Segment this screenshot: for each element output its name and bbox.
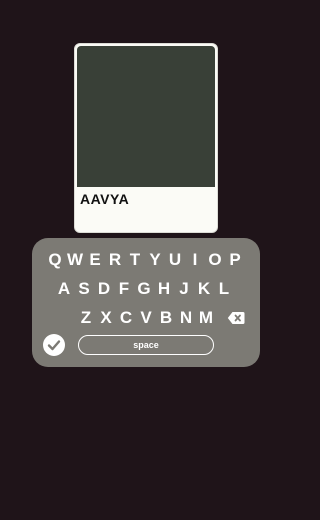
card-name-label: AAVYA bbox=[80, 191, 130, 207]
key-v[interactable]: V bbox=[136, 307, 156, 329]
key-b[interactable]: B bbox=[156, 307, 176, 329]
key-d[interactable]: D bbox=[94, 278, 114, 300]
key-t[interactable]: T bbox=[125, 249, 145, 271]
space-button[interactable]: space bbox=[78, 335, 214, 355]
keyboard-row-1: QWERTYUIOP bbox=[45, 249, 245, 271]
backspace-icon[interactable] bbox=[227, 310, 245, 326]
keyboard-row-3: ZXCVBNM bbox=[76, 307, 216, 329]
key-q[interactable]: Q bbox=[45, 249, 65, 271]
key-c[interactable]: C bbox=[116, 307, 136, 329]
key-w[interactable]: W bbox=[65, 249, 85, 271]
checkmark-icon bbox=[47, 340, 61, 351]
key-n[interactable]: N bbox=[176, 307, 196, 329]
key-f[interactable]: F bbox=[114, 278, 134, 300]
onscreen-keyboard: QWERTYUIOP ASDFGHJKL ZXCVBNM space bbox=[32, 238, 260, 367]
key-g[interactable]: G bbox=[134, 278, 154, 300]
key-h[interactable]: H bbox=[154, 278, 174, 300]
key-a[interactable]: A bbox=[54, 278, 74, 300]
key-j[interactable]: J bbox=[174, 278, 194, 300]
keyboard-row-2: ASDFGHJKL bbox=[54, 278, 234, 300]
done-button[interactable] bbox=[43, 334, 65, 356]
key-r[interactable]: R bbox=[105, 249, 125, 271]
key-s[interactable]: S bbox=[74, 278, 94, 300]
key-u[interactable]: U bbox=[165, 249, 185, 271]
card-color-swatch bbox=[77, 46, 215, 187]
key-p[interactable]: P bbox=[225, 249, 245, 271]
name-card: AAVYA bbox=[74, 43, 218, 233]
key-l[interactable]: L bbox=[214, 278, 234, 300]
key-k[interactable]: K bbox=[194, 278, 214, 300]
key-o[interactable]: O bbox=[205, 249, 225, 271]
key-e[interactable]: E bbox=[85, 249, 105, 271]
key-x[interactable]: X bbox=[96, 307, 116, 329]
key-m[interactable]: M bbox=[196, 307, 216, 329]
key-z[interactable]: Z bbox=[76, 307, 96, 329]
key-i[interactable]: I bbox=[185, 249, 205, 271]
key-y[interactable]: Y bbox=[145, 249, 165, 271]
